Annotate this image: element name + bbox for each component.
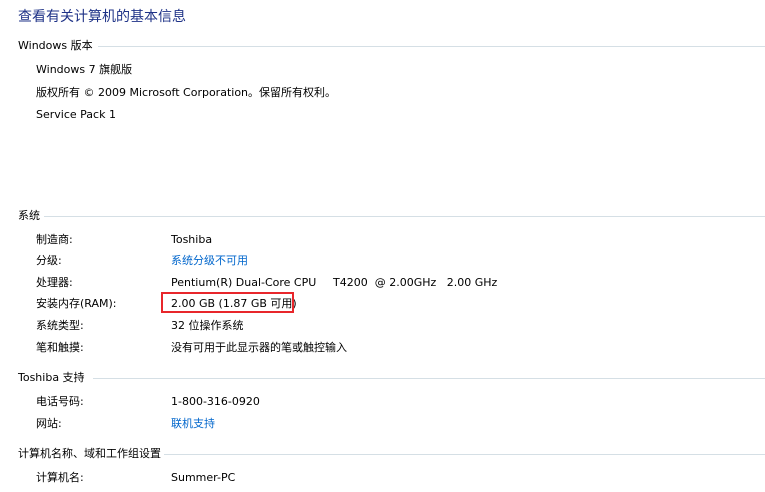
manufacturer-value: Toshiba xyxy=(171,233,213,246)
windows-edition-heading: Windows 版本 xyxy=(18,39,93,52)
page-title: 查看有关计算机的基本信息 xyxy=(18,9,186,25)
ram-highlight-box xyxy=(161,292,294,313)
computer-name-label: 计算机名: xyxy=(36,471,84,484)
computer-name-value: Summer-PC xyxy=(171,471,236,484)
online-support-link[interactable]: 联机支持 xyxy=(171,417,215,431)
section-divider xyxy=(44,216,765,217)
website-label: 网站: xyxy=(36,417,62,430)
windows-edition-header: Windows 版本 xyxy=(18,39,765,53)
section-divider xyxy=(98,46,765,47)
ram-label: 安装内存(RAM): xyxy=(36,297,117,310)
processor-model: T4200 @ 2.00GHz 2.00 GHz xyxy=(333,276,498,289)
computer-name-heading: 计算机名称、域和工作组设置 xyxy=(18,447,161,460)
system-properties-page: 查看有关计算机的基本信息 Windows 版本 Windows 7 旗舰版 版权… xyxy=(0,0,765,492)
system-type-value: 32 位操作系统 xyxy=(171,319,244,332)
phone-label: 电话号码: xyxy=(36,395,84,408)
manufacturer-label: 制造商: xyxy=(36,233,73,246)
computer-name-header: 计算机名称、域和工作组设置 xyxy=(18,447,765,461)
pen-touch-value: 没有可用于此显示器的笔或触控输入 xyxy=(171,341,347,354)
copyright-text: 版权所有 © 2009 Microsoft Corporation。保留所有权利… xyxy=(36,86,337,99)
processor-label: 处理器: xyxy=(36,276,73,289)
section-divider xyxy=(164,454,765,455)
rating-link[interactable]: 系统分级不可用 xyxy=(171,254,248,268)
processor-value: Pentium(R) Dual-Core CPU xyxy=(171,276,317,289)
support-header: Toshiba 支持 xyxy=(18,371,765,385)
phone-value: 1-800-316-0920 xyxy=(171,395,260,408)
windows-edition-name: Windows 7 旗舰版 xyxy=(36,63,133,76)
system-type-label: 系统类型: xyxy=(36,319,84,332)
system-header: 系统 xyxy=(18,209,765,223)
support-heading: Toshiba 支持 xyxy=(18,371,85,384)
section-divider xyxy=(93,378,765,379)
pen-touch-label: 笔和触摸: xyxy=(36,341,84,354)
service-pack: Service Pack 1 xyxy=(36,108,116,121)
system-heading: 系统 xyxy=(18,209,40,222)
rating-label: 分级: xyxy=(36,254,62,267)
